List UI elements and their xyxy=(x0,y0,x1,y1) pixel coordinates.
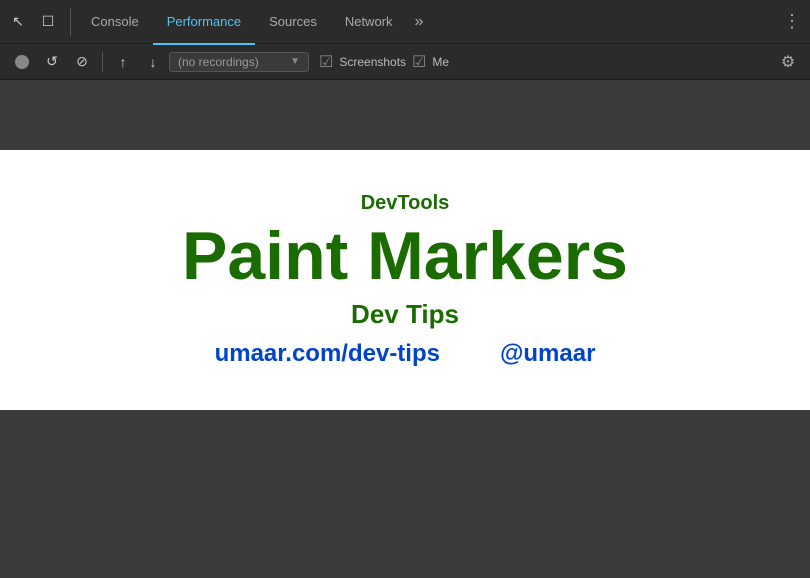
dark-area-top xyxy=(0,80,810,150)
upload-button[interactable]: ↑ xyxy=(109,48,137,76)
reload-button[interactable]: ↺ xyxy=(38,48,66,76)
reload-icon: ↺ xyxy=(46,53,58,70)
tab-list: Console Performance Sources Network » xyxy=(77,0,778,44)
stop-button[interactable]: ⊘ xyxy=(68,48,96,76)
screenshots-label: Screenshots xyxy=(339,55,406,69)
twitter-link[interactable]: @umaar xyxy=(500,340,595,368)
tab-more-button[interactable]: » xyxy=(407,0,432,44)
dropdown-arrow-icon: ▼ xyxy=(290,56,300,67)
box-icon-button[interactable]: ☐ xyxy=(34,8,62,36)
devtools-icon-group: ↖ ☐ xyxy=(4,8,71,36)
tab-performance[interactable]: Performance xyxy=(153,1,255,45)
no-recordings-label: (no recordings) xyxy=(178,55,259,69)
screenshots-checkbox-icon[interactable]: ☑ xyxy=(319,52,333,72)
tab-sources[interactable]: Sources xyxy=(255,1,331,45)
links-row: umaar.com/dev-tips @umaar xyxy=(215,340,596,368)
website-link[interactable]: umaar.com/dev-tips xyxy=(215,340,440,368)
devtools-menu-button[interactable]: ⋮ xyxy=(778,8,806,36)
gear-icon: ⚙ xyxy=(781,52,795,72)
subtitle: Dev Tips xyxy=(351,299,459,330)
settings-button[interactable]: ⚙ xyxy=(774,48,802,76)
tab-console[interactable]: Console xyxy=(77,1,153,45)
tab-network[interactable]: Network xyxy=(331,1,407,45)
box-icon: ☐ xyxy=(42,13,55,30)
main-title: Paint Markers xyxy=(182,219,628,294)
upload-icon: ↑ xyxy=(120,54,127,70)
download-icon: ↓ xyxy=(150,54,157,70)
dark-area-bottom xyxy=(0,410,810,540)
stop-icon: ⊘ xyxy=(76,53,88,70)
record-button[interactable] xyxy=(8,48,36,76)
toolbar-separator xyxy=(102,52,103,72)
memory-label: Me xyxy=(432,55,449,69)
recordings-dropdown[interactable]: (no recordings) ▼ xyxy=(169,52,309,72)
content-card: DevTools Paint Markers Dev Tips umaar.co… xyxy=(0,150,810,410)
download-button[interactable]: ↓ xyxy=(139,48,167,76)
memory-checkbox-icon[interactable]: ☑ xyxy=(412,52,426,72)
devtools-tab-bar: ↖ ☐ Console Performance Sources Network … xyxy=(0,0,810,44)
recording-toolbar: ↺ ⊘ ↑ ↓ (no recordings) ▼ ☑ Screenshots … xyxy=(0,44,810,80)
dots-icon: ⋮ xyxy=(783,11,801,32)
screenshots-group: ☑ Screenshots ☑ Me xyxy=(319,52,449,72)
devtools-label: DevTools xyxy=(361,192,450,215)
cursor-icon-button[interactable]: ↖ xyxy=(4,8,32,36)
cursor-icon: ↖ xyxy=(12,13,24,30)
record-circle-icon xyxy=(15,55,29,69)
